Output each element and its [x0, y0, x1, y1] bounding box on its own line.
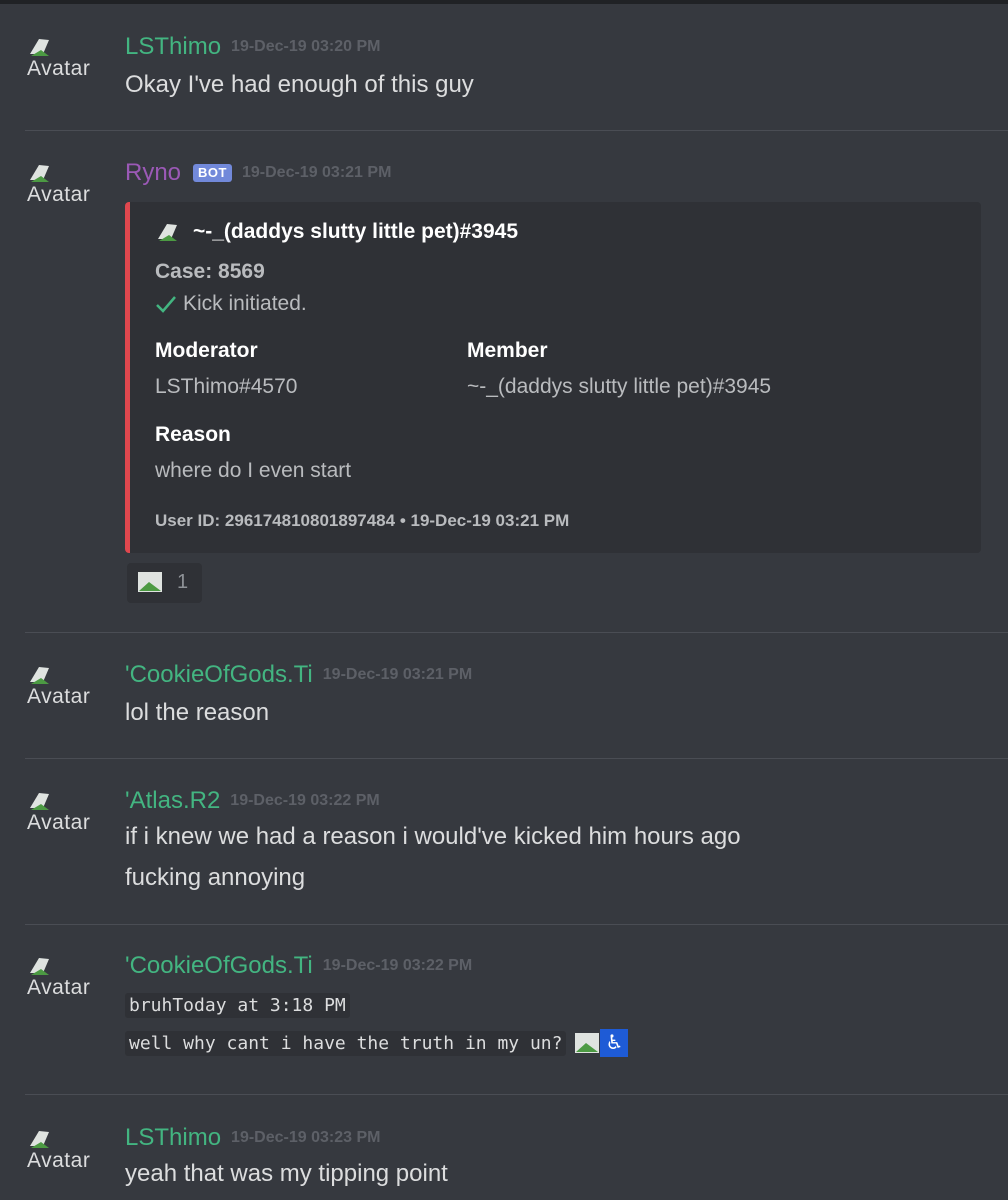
avatar[interactable]: Avatar	[25, 955, 105, 999]
broken-image-icon	[575, 1032, 600, 1053]
username[interactable]: 'CookieOfGods.Ti	[125, 952, 313, 979]
moderation-embed: ~-_(daddys slutty little pet)#3945 Case:…	[125, 202, 981, 553]
wheelchair-icon: ♿	[600, 1028, 629, 1057]
message-divider	[25, 130, 1008, 131]
embed-status: Kick initiated.	[155, 292, 307, 316]
avatar[interactable]: Avatar	[25, 162, 105, 206]
case-number: Case: 8569	[155, 260, 265, 283]
message-text: Okay I've had enough of this guy	[125, 71, 474, 98]
field-value-reason: where do I even start	[155, 459, 352, 482]
field-name-member: Member	[467, 339, 548, 362]
broken-image-icon	[138, 572, 162, 592]
broken-image-icon	[158, 224, 177, 242]
timestamp: 19-Dec-19 03:21 PM	[322, 666, 473, 683]
message-header: 'CookieOfGods.Ti 19-Dec-19 03:21 PM	[125, 661, 472, 691]
timestamp: 19-Dec-19 03:22 PM	[322, 957, 473, 974]
field-name-reason: Reason	[155, 423, 231, 446]
field-value-member: ~-_(daddys slutty little pet)#3945	[467, 375, 772, 398]
broken-image-icon	[30, 958, 49, 975]
broken-image-icon	[30, 39, 49, 56]
checkmark-icon	[156, 296, 176, 314]
username[interactable]: LSThimo	[125, 33, 221, 60]
message-divider	[25, 924, 1008, 925]
code-line: well why cant i have the truth in my un?…	[125, 1028, 629, 1057]
broken-image-icon	[30, 165, 49, 182]
timestamp: 19-Dec-19 03:21 PM	[241, 164, 392, 181]
code-line: bruhToday at 3:18 PM	[125, 990, 350, 1018]
message-divider	[25, 1094, 1008, 1095]
broken-image-icon	[30, 793, 49, 810]
username[interactable]: 'CookieOfGods.Ti	[125, 661, 313, 688]
message-divider	[25, 632, 1008, 633]
reaction-count: 1	[177, 571, 189, 593]
timestamp: 19-Dec-19 03:22 PM	[230, 792, 380, 809]
username[interactable]: LSThimo	[125, 1124, 221, 1151]
broken-image-icon	[30, 667, 49, 684]
username[interactable]: Ryno	[125, 159, 181, 186]
avatar[interactable]: Avatar	[25, 1128, 105, 1172]
timestamp: 19-Dec-19 03:20 PM	[231, 38, 381, 55]
message-header: Ryno BOT 19-Dec-19 03:21 PM	[125, 159, 391, 189]
avatar[interactable]: Avatar	[25, 664, 105, 708]
message-header: LSThimo 19-Dec-19 03:20 PM	[125, 33, 380, 63]
embed-author: ~-_(daddys slutty little pet)#3945	[155, 220, 518, 244]
timestamp: 19-Dec-19 03:23 PM	[231, 1129, 381, 1146]
reaction-button[interactable]: 1	[127, 563, 202, 603]
username[interactable]: 'Atlas.R2	[125, 787, 220, 814]
message-header: LSThimo 19-Dec-19 03:23 PM	[125, 1124, 380, 1154]
message-text: yeah that was my tipping point	[125, 1160, 448, 1187]
message-text: if i knew we had a reason i would've kic…	[125, 823, 741, 850]
bot-badge: BOT	[193, 164, 232, 182]
broken-image-icon	[30, 1131, 49, 1148]
message-text: fucking annoying	[125, 864, 306, 891]
top-bar	[0, 0, 1008, 4]
avatar[interactable]: Avatar	[25, 790, 105, 834]
embed-footer: User ID: 296174810801897484 • 19-Dec-19 …	[155, 511, 570, 530]
field-name-moderator: Moderator	[155, 339, 258, 362]
message-header: 'CookieOfGods.Ti 19-Dec-19 03:22 PM	[125, 952, 472, 982]
field-value-moderator: LSThimo#4570	[155, 375, 298, 398]
avatar[interactable]: Avatar	[25, 36, 105, 80]
message-divider	[25, 758, 1008, 759]
message-header: 'Atlas.R2 19-Dec-19 03:22 PM	[125, 787, 380, 817]
message-text: lol the reason	[125, 699, 270, 726]
